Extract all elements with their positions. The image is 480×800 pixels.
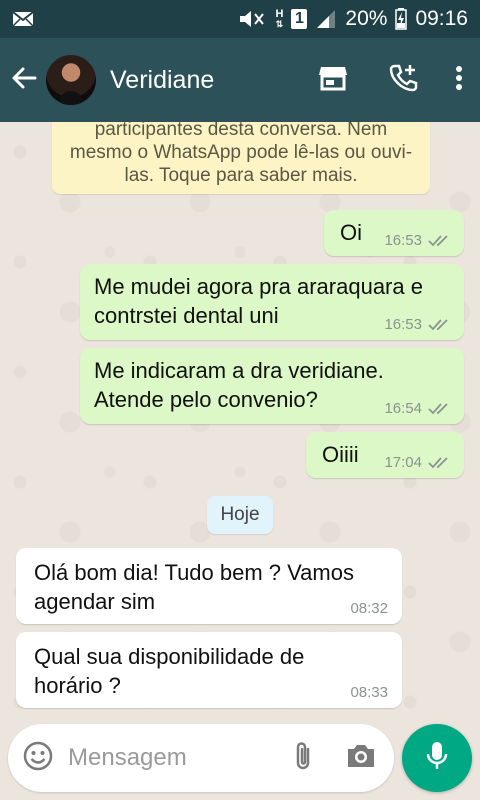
notice-line: participantes desta conversa. Nem [94,122,388,140]
read-ticks-icon [428,456,450,469]
read-ticks-icon [428,402,450,415]
clock: 09:16 [415,7,468,30]
emoji-button[interactable] [8,740,68,777]
attach-button[interactable] [274,740,332,777]
message-meta: 16:53 [384,317,450,332]
message-meta: 08:32 [350,601,388,616]
network-type-indicator: H ⇅ [275,8,284,30]
encryption-notice[interactable]: participantes desta conversa. Nem mesmo … [52,122,430,194]
store-icon [318,65,348,96]
data-arrows-icon: ⇅ [275,19,284,29]
message-time: 16:54 [384,400,422,417]
message-input[interactable] [68,744,274,772]
message-bubble-outgoing[interactable]: Me indicaram a dra veridiane. Atende pel… [80,348,464,424]
message-time: 16:53 [384,232,422,249]
message-text: Me indicaram a dra veridiane. Atende pel… [94,358,384,412]
camera-button[interactable] [332,742,390,775]
read-ticks-icon [428,234,450,247]
add-call-icon [388,63,418,98]
contact-name[interactable]: Veridiane [110,66,298,95]
back-button[interactable] [4,38,44,122]
store-button[interactable] [298,38,368,122]
message-bubble-outgoing[interactable]: Me mudei agora pra araraquara e contrste… [80,264,464,340]
message-meta: 16:54 [384,401,450,416]
add-call-button[interactable] [368,38,438,122]
read-ticks-icon [428,318,450,331]
more-options-button[interactable] [438,38,480,122]
message-text: Qual sua disponibilidade de horário ? [34,644,305,698]
chat-area[interactable]: participantes desta conversa. Nem mesmo … [0,122,480,716]
sim-label: 1 [294,10,304,27]
message-meta: 17:04 [384,455,450,470]
message-time: 08:32 [350,600,388,617]
camera-icon [345,742,377,775]
mic-icon [425,740,449,777]
message-bubble-outgoing[interactable]: Oiiii 17:04 [306,432,464,478]
composer [0,716,480,800]
more-vert-icon [455,65,463,96]
attach-icon [293,740,313,777]
mail-icon [12,11,34,27]
emoji-icon [22,740,54,777]
message-bubble-outgoing[interactable]: Oi 16:53 [324,210,464,256]
network-label: H [275,8,284,20]
battery-percent: 20% [345,7,388,30]
message-text: Olá bom dia! Tudo bem ? Vamos agendar si… [34,560,354,614]
back-arrow-icon [11,66,37,95]
message-bubble-incoming[interactable]: Olá bom dia! Tudo bem ? Vamos agendar si… [16,548,402,624]
message-input-bar [8,724,394,792]
chat-header: Veridiane [0,38,480,122]
notice-line: mesmo o WhatsApp pode lê-las ou ouvi- [69,142,413,163]
voice-record-button[interactable] [402,724,472,792]
signal-icon [315,9,337,29]
status-bar: H ⇅ 1 20% 09:16 [0,0,480,38]
avatar[interactable] [46,55,96,105]
message-meta: 08:33 [350,685,388,700]
notice-line: las. Toque para saber mais. [124,165,358,186]
message-time: 16:53 [384,316,422,333]
message-bubble-incoming[interactable]: Qual sua disponibilidade de horário ? 08… [16,632,402,708]
sim-indicator: 1 [291,9,308,29]
message-meta: 16:53 [384,233,450,248]
date-divider: Hoje [207,496,273,534]
message-time: 17:04 [384,454,422,471]
battery-charging-icon [395,8,408,30]
mute-icon [237,8,267,30]
message-time: 08:33 [350,684,388,701]
